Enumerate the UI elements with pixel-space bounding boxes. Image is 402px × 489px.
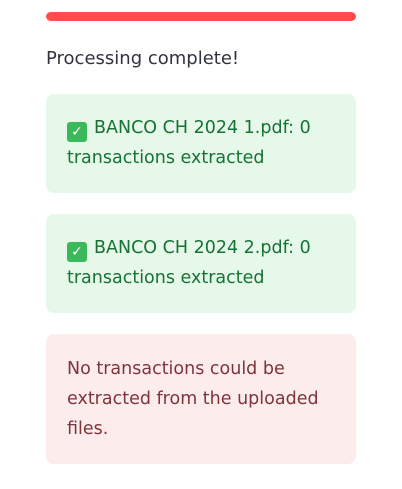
error-alert-text: No transactions could be extracted from … — [67, 359, 319, 439]
progress-bar — [46, 12, 356, 21]
success-alert-file-2: ✓ BANCO CH 2024 2.pdf: 0 transactions ext… — [46, 214, 356, 313]
progress-bar-fill — [46, 12, 356, 21]
success-alert-text: BANCO CH 2024 2.pdf: 0 transactions extr… — [67, 238, 311, 288]
error-alert: No transactions could be extracted from … — [46, 334, 356, 464]
success-alert-file-1: ✓ BANCO CH 2024 1.pdf: 0 transactions ext… — [46, 94, 356, 193]
checkmark-icon: ✓ — [67, 242, 87, 262]
success-alert-text: BANCO CH 2024 1.pdf: 0 transactions extr… — [67, 118, 311, 168]
checkmark-icon: ✓ — [67, 122, 87, 142]
status-message: Processing complete! — [46, 48, 240, 69]
